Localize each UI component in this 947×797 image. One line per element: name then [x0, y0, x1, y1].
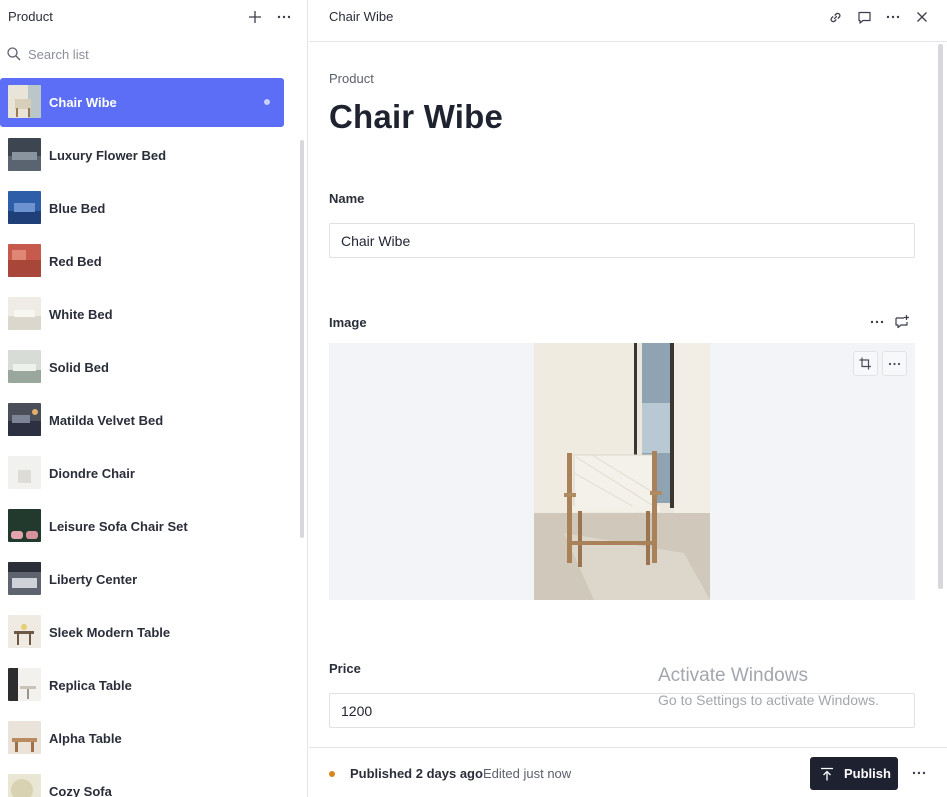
list-scrollbar[interactable]	[300, 140, 304, 538]
item-label: White Bed	[49, 307, 113, 322]
publish-icon	[821, 767, 833, 780]
document-type-label: Product	[329, 71, 374, 86]
list-item-white-bed[interactable]: White Bed	[0, 290, 284, 339]
price-field-label: Price	[329, 661, 361, 676]
footer-menu-button[interactable]	[908, 762, 930, 784]
item-thumbnail	[8, 456, 41, 489]
search-input[interactable]	[28, 44, 288, 64]
document-heading: Chair Wibe	[329, 98, 504, 135]
item-label: Diondre Chair	[49, 466, 135, 481]
add-document-button[interactable]	[244, 6, 266, 28]
list-search	[0, 40, 300, 68]
published-status-dot	[329, 771, 335, 777]
name-field[interactable]	[329, 223, 915, 258]
item-thumbnail	[8, 615, 41, 648]
item-thumbnail	[8, 138, 41, 171]
ellipsis-icon	[870, 320, 884, 324]
item-label: Liberty Center	[49, 572, 138, 587]
product-image	[534, 343, 710, 600]
search-icon	[7, 47, 21, 61]
image-field[interactable]	[329, 343, 915, 600]
list-item-alpha-table[interactable]: Alpha Table	[0, 714, 284, 763]
item-label: Alpha Table	[49, 731, 122, 746]
item-thumbnail	[8, 668, 41, 701]
item-label: Sleek Modern Table	[49, 625, 171, 640]
item-thumbnail	[8, 774, 41, 797]
item-thumbnail	[8, 721, 41, 754]
document-list: Chair Wibe Luxury Flower Bed Blue Bed Re…	[0, 78, 300, 797]
publish-button[interactable]: Publish	[810, 757, 898, 790]
item-label: Chair Wibe	[49, 95, 117, 110]
add-comment-icon	[895, 315, 909, 329]
image-field-label: Image	[329, 315, 367, 330]
list-title: Product	[8, 9, 53, 24]
comment-icon	[857, 11, 871, 24]
list-item-diondre-chair[interactable]: Diondre Chair	[0, 449, 284, 498]
list-item-liberty-center[interactable]: Liberty Center	[0, 555, 284, 604]
editor-header: Chair Wibe	[309, 0, 947, 42]
list-item-blue-bed[interactable]: Blue Bed	[0, 184, 284, 233]
item-thumbnail	[8, 297, 41, 330]
item-thumbnail	[8, 350, 41, 383]
item-label: Leisure Sofa Chair Set	[49, 519, 188, 534]
item-thumbnail	[8, 562, 41, 595]
item-thumbnail	[8, 244, 41, 277]
selected-indicator	[264, 99, 270, 105]
item-thumbnail	[8, 509, 41, 542]
close-icon	[917, 12, 927, 22]
crop-icon	[859, 357, 871, 370]
image-field-actions	[867, 312, 912, 332]
document-editor-pane: Chair Wibe Product Chair Wibe Name Image	[309, 0, 947, 797]
item-label: Luxury Flower Bed	[49, 148, 167, 163]
publish-button-label: Publish	[844, 766, 891, 781]
list-item-replica-table[interactable]: Replica Table	[0, 661, 284, 710]
list-menu-button[interactable]	[273, 6, 295, 28]
close-pane-button[interactable]	[911, 6, 933, 28]
list-item-leisure-sofa-chair-set[interactable]: Leisure Sofa Chair Set	[0, 502, 284, 551]
list-header: Product	[0, 0, 307, 34]
item-label: Matilda Velvet Bed	[49, 413, 164, 428]
editor-content: Product Chair Wibe Name Image	[329, 42, 919, 747]
document-menu-button[interactable]	[882, 6, 904, 28]
item-label: Cozy Sofa	[49, 784, 112, 797]
document-list-pane: Product Chair Wibe Luxury Flower Bed	[0, 0, 308, 797]
item-thumbnail	[8, 403, 41, 436]
list-item-sleek-modern-table[interactable]: Sleek Modern Table	[0, 608, 284, 657]
edited-status: Edited just now	[483, 766, 572, 781]
list-item-solid-bed[interactable]: Solid Bed	[0, 343, 284, 392]
list-item-luxury-flower-bed[interactable]: Luxury Flower Bed	[0, 131, 284, 180]
price-field[interactable]	[329, 693, 915, 728]
crop-button[interactable]	[853, 351, 878, 376]
item-thumbnail	[8, 85, 41, 118]
link-icon	[829, 12, 841, 22]
item-thumbnail	[8, 191, 41, 224]
item-label: Replica Table	[49, 678, 132, 693]
image-field-menu-button[interactable]	[867, 312, 887, 332]
editor-header-title: Chair Wibe	[329, 9, 394, 24]
document-footer: Published 2 days ago Edited just now Pub…	[309, 747, 947, 797]
image-menu-button[interactable]	[882, 351, 907, 376]
editor-scrollbar[interactable]	[938, 44, 943, 589]
ellipsis-icon	[277, 15, 291, 19]
list-item-red-bed[interactable]: Red Bed	[0, 237, 284, 286]
list-item-matilda-velvet-bed[interactable]: Matilda Velvet Bed	[0, 396, 284, 445]
item-label: Blue Bed	[49, 201, 106, 216]
publish-status: Published 2 days ago	[350, 766, 483, 781]
plus-icon	[249, 11, 261, 23]
copy-link-button[interactable]	[824, 6, 846, 28]
ellipsis-icon	[886, 15, 900, 19]
add-comment-button[interactable]	[892, 312, 912, 332]
list-item-cozy-sofa[interactable]: Cozy Sofa	[0, 767, 284, 797]
comments-button[interactable]	[853, 6, 875, 28]
ellipsis-icon	[912, 771, 926, 775]
list-item-chair-wibe[interactable]: Chair Wibe	[0, 78, 284, 127]
ellipsis-icon	[888, 362, 901, 365]
item-label: Red Bed	[49, 254, 102, 269]
item-label: Solid Bed	[49, 360, 109, 375]
name-field-label: Name	[329, 191, 365, 206]
